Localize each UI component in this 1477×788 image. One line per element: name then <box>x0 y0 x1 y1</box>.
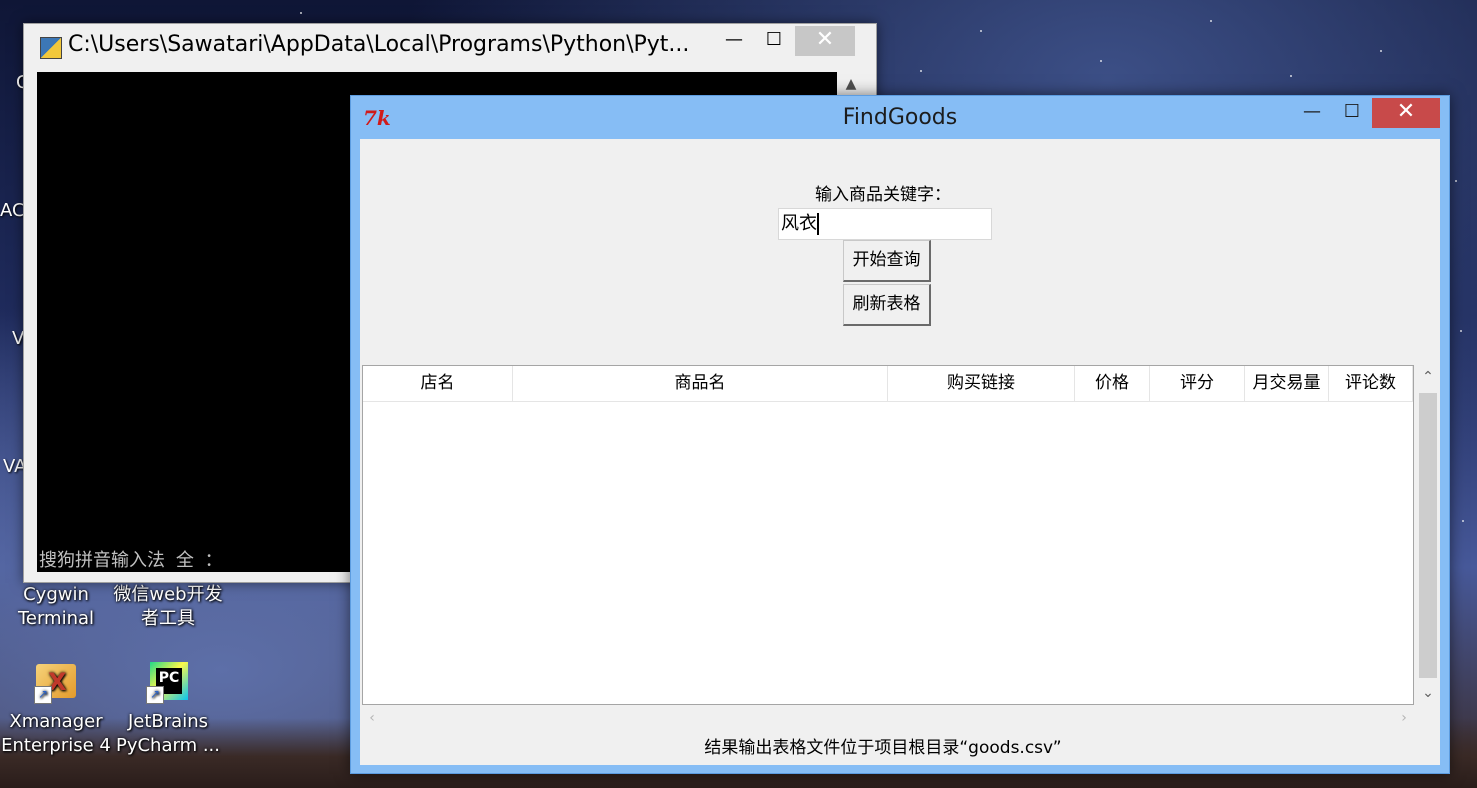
desktop-icon-label: 微信web开发 <box>113 584 223 605</box>
findgoods-client-area: 输入商品关键字： 风衣 开始查询 刷新表格 店名 商品名 购买链接 价格 评分 … <box>360 139 1440 765</box>
scrollbar-thumb[interactable] <box>1419 393 1437 678</box>
keyword-label: 输入商品关键字： <box>815 185 951 205</box>
column-header-reviews[interactable]: 评论数 <box>1329 366 1413 401</box>
keyword-input-value: 风衣 <box>781 213 817 234</box>
table-horizontal-scrollbar[interactable]: ‹ › <box>362 707 1414 729</box>
xmanager-icon: X ↗ <box>34 660 78 704</box>
chevron-up-icon[interactable]: ⌃ <box>1417 365 1439 389</box>
column-header-shop[interactable]: 店名 <box>363 366 513 401</box>
ime-status: 搜狗拼音输入法 全 ： <box>39 550 223 571</box>
console-titlebar[interactable]: C:\Users\Sawatari\AppData\Local\Programs… <box>24 24 876 70</box>
desktop-icon-label: JetBrains <box>127 711 208 732</box>
table-vertical-scrollbar[interactable]: ⌃ ⌄ <box>1417 365 1439 705</box>
keyword-input[interactable]: 风衣 <box>778 208 992 240</box>
console-close-button[interactable]: ✕ <box>795 26 855 56</box>
refresh-table-button[interactable]: 刷新表格 <box>843 284 931 326</box>
chevron-right-icon[interactable]: › <box>1394 707 1414 729</box>
chevron-left-icon[interactable]: ‹ <box>362 707 382 729</box>
start-query-button[interactable]: 开始查询 <box>843 240 931 282</box>
chevron-down-icon[interactable]: ⌄ <box>1417 681 1439 705</box>
desktop-edge-label: AC <box>0 200 25 221</box>
column-header-monthly-sales[interactable]: 月交易量 <box>1245 366 1329 401</box>
column-header-link[interactable]: 购买链接 <box>888 366 1075 401</box>
results-table[interactable]: 店名 商品名 购买链接 价格 评分 月交易量 评论数 <box>362 365 1414 705</box>
desktop-icon-pycharm[interactable]: PC ↗ JetBrains PyCharm ... <box>112 660 224 758</box>
desktop-icon-wechat-devtools[interactable]: 微信web开发 者工具 <box>112 583 224 631</box>
desktop-icon-label: 者工具 <box>141 608 195 629</box>
table-header: 店名 商品名 购买链接 价格 评分 月交易量 评论数 <box>363 366 1413 402</box>
chevron-up-icon[interactable]: ▲ <box>839 72 863 96</box>
minimize-button[interactable]: — <box>1299 98 1325 128</box>
text-caret <box>817 213 819 235</box>
python-icon <box>40 37 62 59</box>
column-header-price[interactable]: 价格 <box>1075 366 1150 401</box>
close-button[interactable]: ✕ <box>1372 98 1440 128</box>
column-header-product[interactable]: 商品名 <box>513 366 888 401</box>
desktop-icon-cygwin[interactable]: Cygwin Terminal <box>0 583 112 631</box>
desktop-icon-label: Cygwin <box>23 584 89 605</box>
desktop-icon-label: Enterprise 4 <box>1 735 111 756</box>
desktop-icon-xmanager[interactable]: X ↗ Xmanager Enterprise 4 <box>0 660 112 758</box>
output-file-note: 结果输出表格文件位于项目根目录“goods.csv” <box>704 738 1062 758</box>
desktop-icon-label: PyCharm ... <box>115 735 221 756</box>
window-title: FindGoods <box>842 105 958 130</box>
pycharm-icon: PC ↗ <box>146 660 190 704</box>
findgoods-window[interactable]: 7k FindGoods — ☐ ✕ 输入商品关键字： 风衣 开始查询 刷新表格… <box>350 95 1450 774</box>
desktop-icon-label: Xmanager <box>9 711 103 732</box>
desktop-icon-label: Terminal <box>17 608 95 629</box>
findgoods-titlebar[interactable]: 7k FindGoods — ☐ ✕ <box>351 96 1449 140</box>
column-header-rating[interactable]: 评分 <box>1150 366 1245 401</box>
console-title: C:\Users\Sawatari\AppData\Local\Programs… <box>68 32 690 57</box>
maximize-button[interactable]: ☐ <box>1335 98 1369 128</box>
